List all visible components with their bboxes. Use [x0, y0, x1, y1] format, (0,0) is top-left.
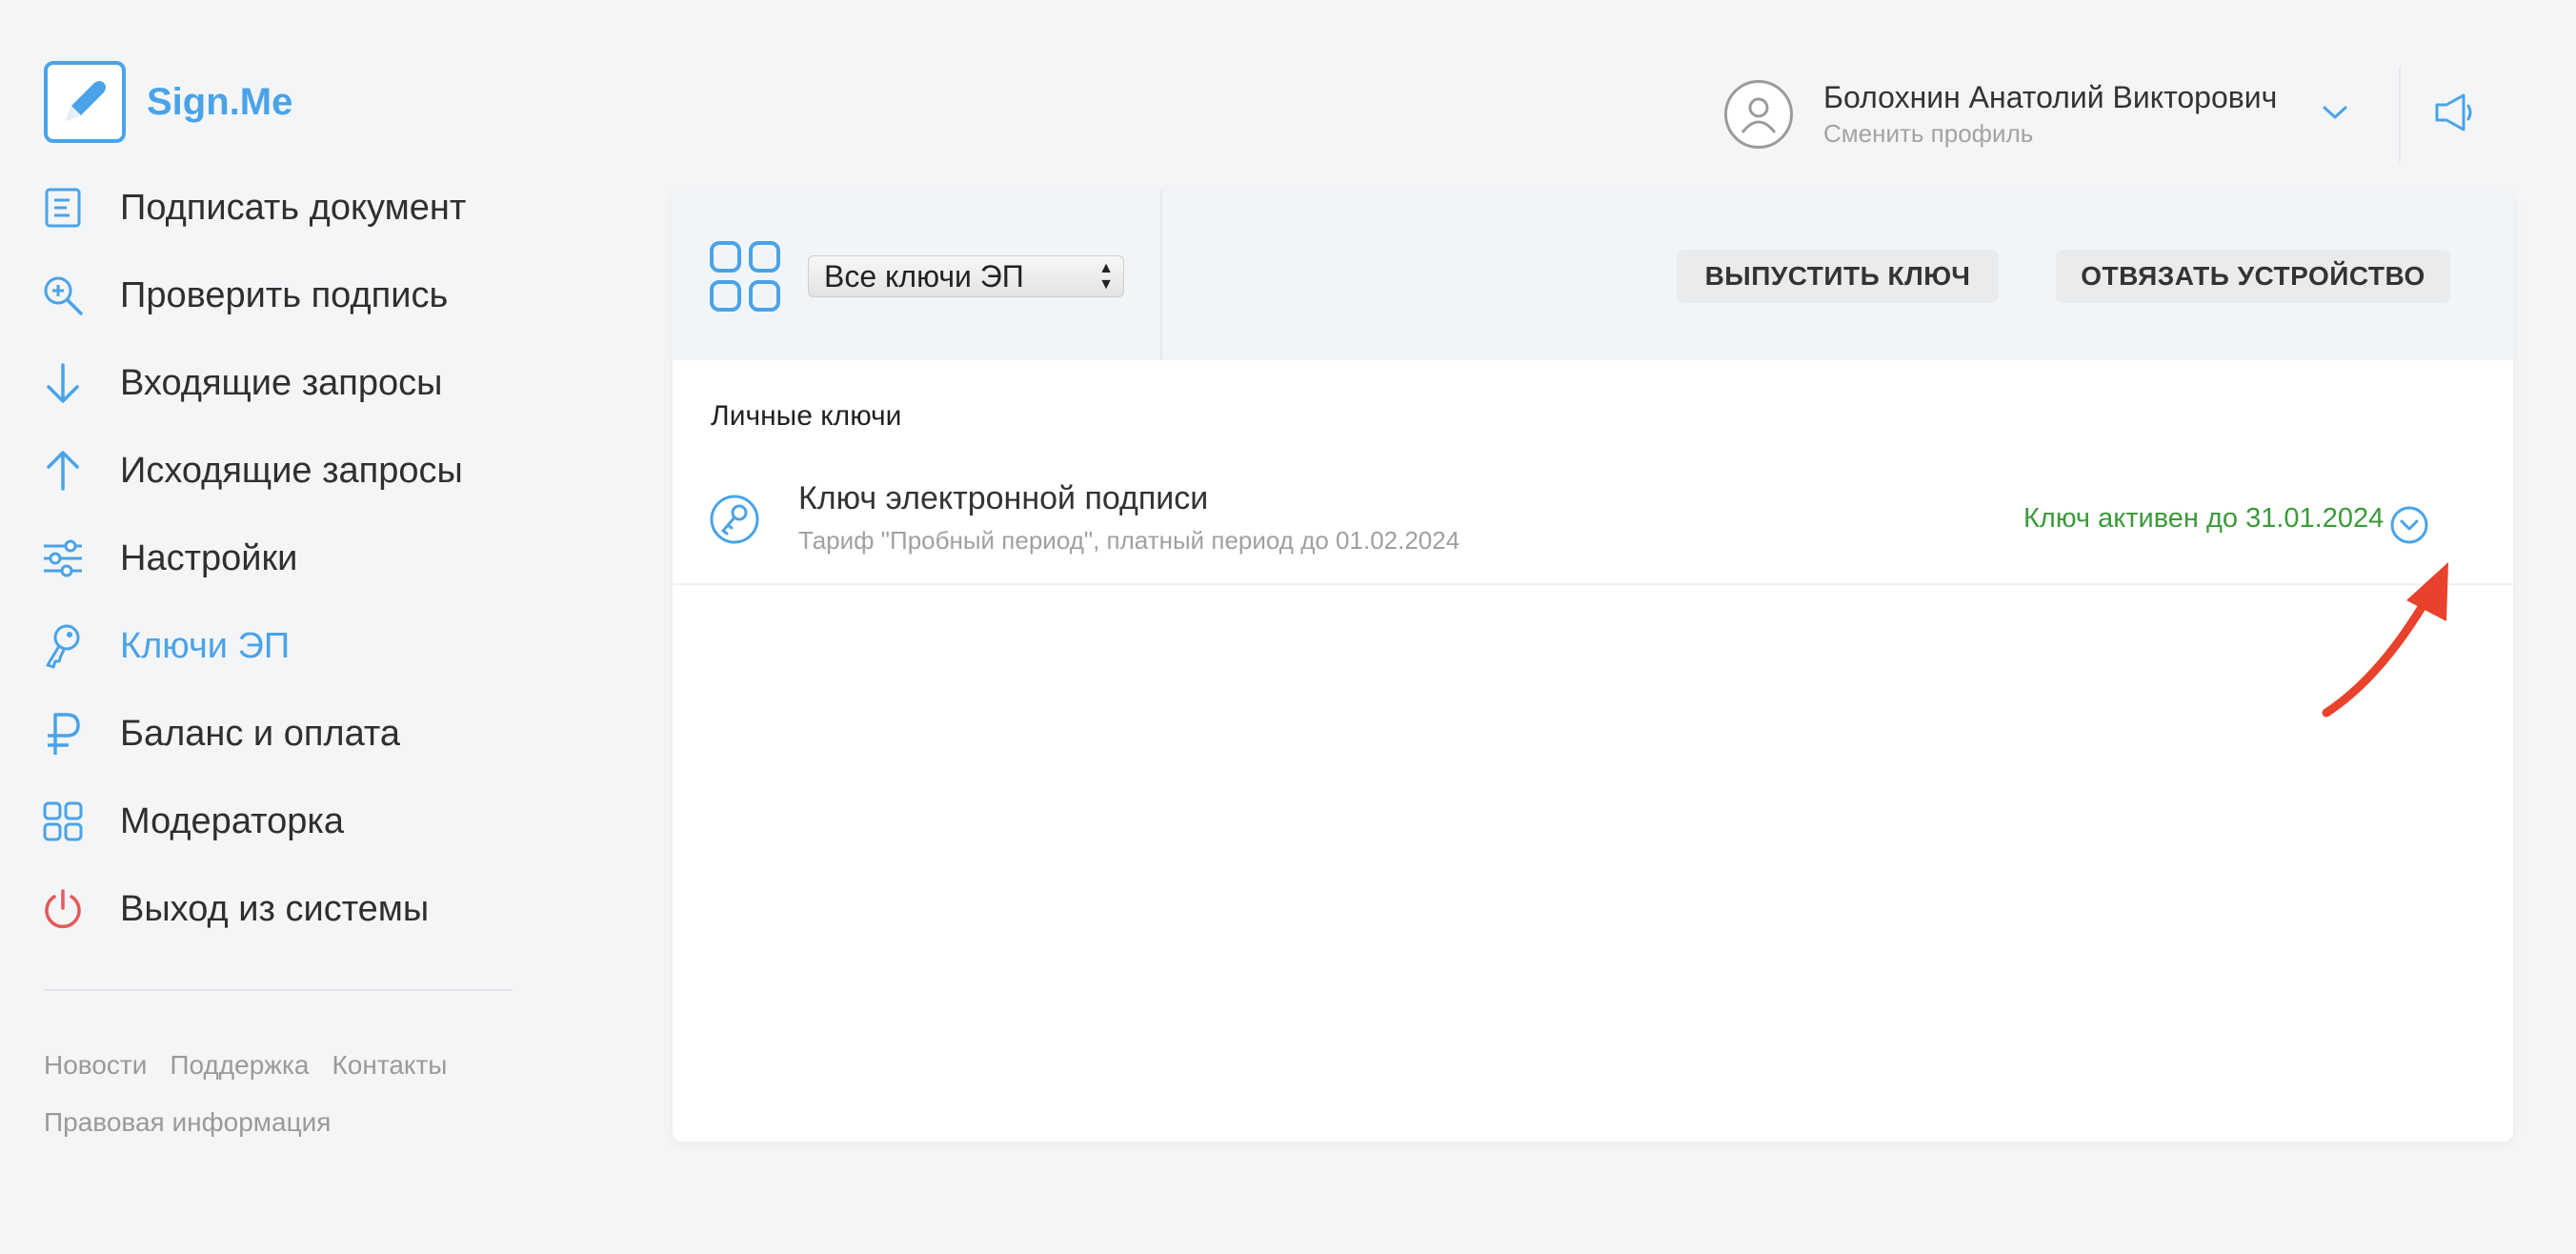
expand-chevron-icon[interactable] — [2389, 505, 2429, 550]
sidebar-item-moderation[interactable]: Модераторка — [42, 778, 466, 865]
key-status: Ключ активен до 31.01.2024 — [2023, 503, 2385, 534]
sidebar-item-sign-document[interactable]: Подписать документ — [42, 164, 466, 252]
sidebar-item-balance[interactable]: Баланс и оплата — [42, 690, 466, 778]
profile-text: Болохнин Анатолий Викторович Сменить про… — [1823, 80, 2277, 149]
sidebar-item-label: Исходящие запросы — [120, 450, 463, 491]
sidebar-item-label: Баланс и оплата — [120, 713, 400, 754]
filter-panel: Все ключи ЭП ▲ ▼ — [673, 191, 1162, 360]
news-link[interactable]: Новости — [44, 1050, 147, 1080]
support-link[interactable]: Поддержка — [170, 1050, 309, 1080]
ruble-icon — [42, 713, 84, 755]
megaphone-icon[interactable] — [2431, 91, 2477, 138]
sidebar-item-label: Настройки — [120, 537, 298, 578]
profile-menu[interactable]: Болохнин Анатолий Викторович Сменить про… — [1724, 80, 2277, 149]
app-logo[interactable]: Sign.Me — [44, 61, 292, 143]
sidebar-nav: Подписать документ Проверить подпись Вхо… — [42, 164, 466, 953]
pen-logo-icon — [44, 61, 126, 143]
sidebar-item-incoming-requests[interactable]: Входящие запросы — [42, 339, 466, 427]
unbind-device-button[interactable]: ОТВЯЗАТЬ УСТРОЙСТВО — [2056, 250, 2450, 303]
sidebar-item-label: Подписать документ — [120, 187, 467, 228]
document-icon — [42, 187, 84, 229]
key-filter-select[interactable]: Все ключи ЭП ▲ ▼ — [808, 255, 1124, 297]
sidebar-item-label: Ключи ЭП — [120, 625, 291, 666]
section-title: Личные ключи — [711, 400, 902, 432]
sidebar-item-label: Проверить подпись — [120, 274, 449, 315]
key-title: Ключ электронной подписи — [798, 480, 1209, 516]
sliders-icon — [42, 537, 84, 579]
key-list-item[interactable]: Ключ электронной подписи Тариф "Пробный … — [673, 467, 2513, 585]
toolbar: Все ключи ЭП ▲ ▼ ВЫПУСТИТЬ КЛЮЧ ОТВЯЗАТЬ … — [673, 191, 2513, 360]
app-name: Sign.Me — [147, 80, 293, 123]
power-icon — [42, 888, 84, 930]
avatar — [1724, 80, 1793, 149]
user-name: Болохнин Анатолий Викторович — [1823, 80, 2278, 114]
sidebar-item-label: Модераторка — [120, 800, 344, 841]
legal-info-link[interactable]: Правовая информация — [44, 1107, 331, 1137]
contacts-link[interactable]: Контакты — [332, 1050, 447, 1080]
magnifier-plus-icon — [42, 274, 84, 316]
grid-icon — [42, 800, 84, 842]
sidebar-item-outgoing-requests[interactable]: Исходящие запросы — [42, 427, 466, 515]
key-circle-icon — [709, 494, 760, 550]
chevron-down-icon[interactable] — [2321, 103, 2349, 127]
sidebar-item-settings[interactable]: Настройки — [42, 515, 466, 602]
grid-view-icon[interactable] — [709, 240, 781, 317]
sidebar-item-label: Входящие запросы — [120, 362, 443, 403]
key-icon — [42, 624, 84, 669]
footer-links: Новости Поддержка Контакты Правовая информ… — [44, 1037, 539, 1151]
select-arrows-icon: ▲ ▼ — [1098, 260, 1114, 293]
sidebar-item-label: Выход из системы — [120, 888, 430, 929]
annotation-arrow-icon — [2305, 553, 2458, 729]
key-filter-value: Все ключи ЭП — [824, 259, 1024, 293]
arrow-down-icon — [42, 362, 84, 404]
sidebar-item-verify-signature[interactable]: Проверить подпись — [42, 252, 466, 339]
switch-profile-link[interactable]: Сменить профиль — [1823, 119, 2277, 149]
sidebar-divider — [44, 989, 513, 991]
key-tariff: Тариф "Пробный период", платный период д… — [798, 526, 1460, 555]
keys-card: Все ключи ЭП ▲ ▼ ВЫПУСТИТЬ КЛЮЧ ОТВЯЗАТЬ … — [673, 191, 2513, 1142]
sidebar-item-keys[interactable]: Ключи ЭП — [42, 602, 466, 690]
arrow-up-icon — [42, 450, 84, 492]
issue-key-button[interactable]: ВЫПУСТИТЬ КЛЮЧ — [1677, 250, 1999, 303]
sidebar-item-logout[interactable]: Выход из системы — [42, 865, 466, 953]
header-divider — [2399, 67, 2401, 162]
